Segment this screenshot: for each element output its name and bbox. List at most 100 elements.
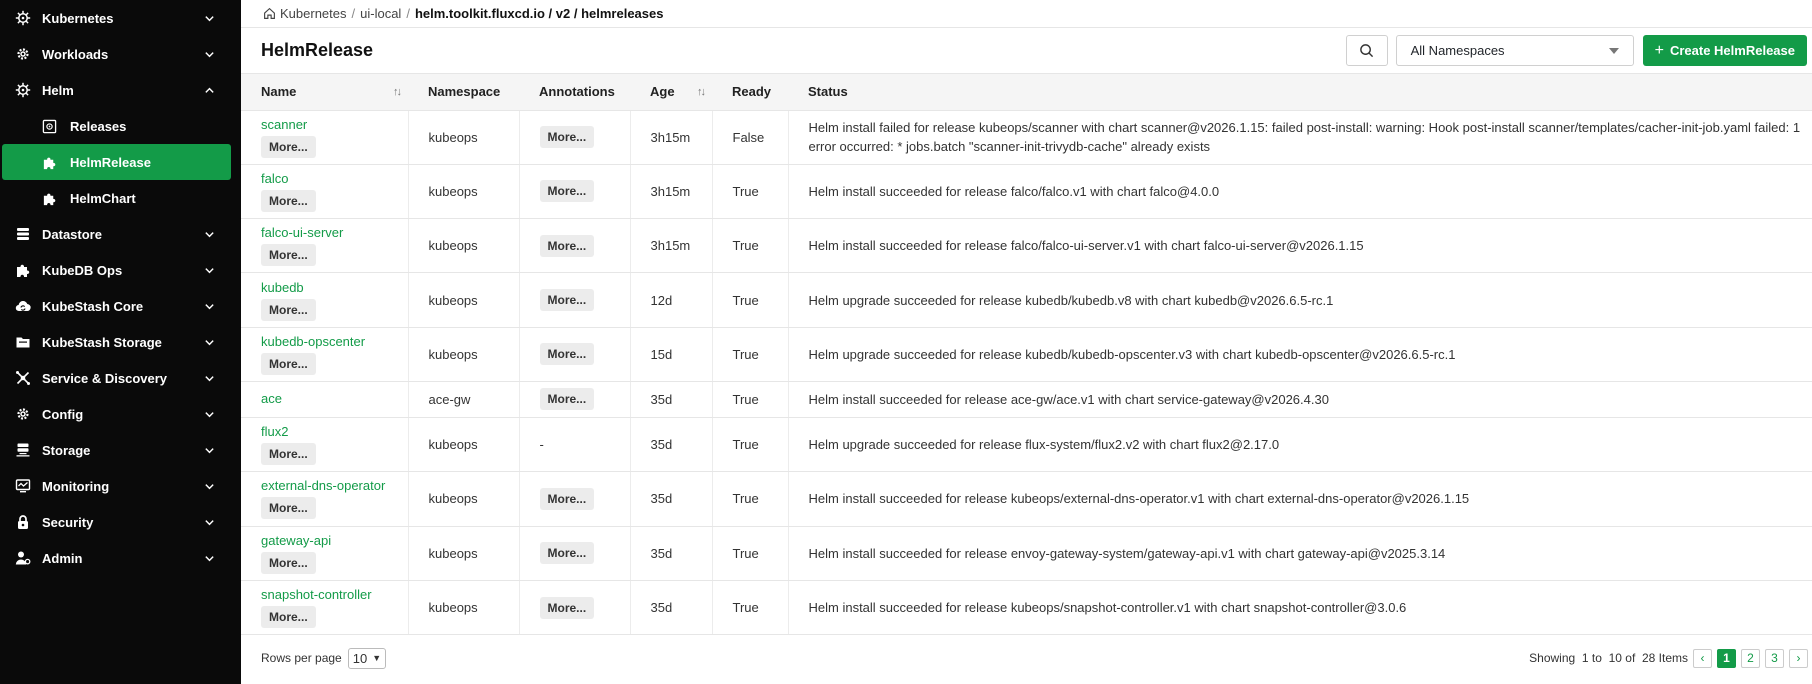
sidebar-item-admin[interactable]: Admin	[0, 540, 241, 576]
sidebar-item-kubernetes[interactable]: Kubernetes	[0, 0, 241, 36]
chevron-down-icon[interactable]	[203, 408, 215, 420]
release-name-link[interactable]: falco-ui-server	[261, 225, 408, 241]
cell-annotations: More...	[519, 381, 631, 418]
name-more-button[interactable]: More...	[261, 298, 316, 321]
chevron-down-icon[interactable]	[203, 552, 215, 564]
release-name-link[interactable]: external-dns-operator	[261, 478, 408, 494]
table-row[interactable]: falco-ui-server More... kubeops More... 3h15…	[241, 218, 1812, 274]
sidebar-subitem-helmchart[interactable]: HelmChart	[0, 180, 241, 216]
sort-icon[interactable]: ↑↓	[393, 86, 402, 98]
annotations-more-button[interactable]: More...	[539, 542, 595, 565]
sidebar-item-datastore[interactable]: Datastore	[0, 216, 241, 252]
sidebar-item-config[interactable]: Config	[0, 396, 241, 432]
annotations-more-button[interactable]: More...	[539, 234, 595, 257]
annotations-more-button[interactable]: More...	[539, 126, 595, 149]
sidebar-item-security[interactable]: Security	[0, 504, 241, 540]
sidebar-subitem-releases[interactable]: Releases	[0, 108, 241, 144]
table-row[interactable]: kubedb More... kubeops More... 12d True Helm u…	[241, 272, 1812, 328]
chevron-up-icon[interactable]	[203, 84, 215, 96]
main-content: Kubernetes / ui-local / helm.toolkit.flu…	[241, 0, 1812, 684]
release-name-link[interactable]: flux2	[261, 424, 408, 440]
sidebar-item-kubedb-ops[interactable]: KubeDB Ops	[0, 252, 241, 288]
chevron-down-icon[interactable]	[203, 336, 215, 348]
chevron-down-icon[interactable]	[203, 12, 215, 24]
annotations-more-button[interactable]: More...	[539, 388, 595, 411]
name-more-button[interactable]: More...	[261, 606, 316, 629]
chevron-down-icon[interactable]	[203, 300, 215, 312]
rows-per-page-select[interactable]: 10 ▼	[347, 647, 387, 669]
annotations-more-button[interactable]: More...	[539, 596, 595, 619]
name-more-button[interactable]: More...	[261, 551, 316, 574]
sidebar-item-storage[interactable]: Storage	[0, 432, 241, 468]
name-more-button[interactable]: More...	[261, 244, 316, 267]
sidebar-item-service-discovery[interactable]: Service & Discovery	[0, 360, 241, 396]
breadcrumb-cluster[interactable]: ui-local	[360, 6, 401, 21]
cell-age: 35d	[630, 417, 713, 473]
sidebar-item-label: Storage	[42, 442, 91, 458]
breadcrumb-home[interactable]: Kubernetes	[280, 6, 347, 21]
release-name-link[interactable]: falco	[261, 171, 408, 187]
table-row[interactable]: falco More... kubeops More... 3h15m True Helm …	[241, 164, 1812, 220]
sidebar-item-monitoring[interactable]: Monitoring	[0, 468, 241, 504]
table-row[interactable]: ace ace-gw More... 35d True Helm install succ…	[241, 381, 1812, 418]
table-row[interactable]: external-dns-operator More... kubeops More.…	[241, 471, 1812, 527]
name-more-button[interactable]: More...	[261, 189, 316, 212]
chevron-down-icon[interactable]	[203, 372, 215, 384]
create-helmrelease-button[interactable]: + Create HelmRelease	[1642, 35, 1807, 66]
annotations-more-button[interactable]: More...	[539, 343, 595, 366]
cell-name: kubedb More...	[241, 272, 409, 328]
cell-age: 15d	[630, 327, 713, 382]
name-more-button[interactable]: More...	[261, 352, 316, 375]
breadcrumb-separator: /	[351, 6, 356, 21]
sort-icon[interactable]: ↑↓	[697, 86, 706, 98]
chevron-down-icon[interactable]	[203, 228, 215, 240]
table-row[interactable]: gateway-api More... kubeops More... 35d True H…	[241, 526, 1812, 581]
cell-name: snapshot-controller More...	[241, 580, 409, 636]
chevron-down-icon[interactable]	[203, 264, 215, 276]
table-row[interactable]: flux2 More... kubeops - 35d True Helm upgrade …	[241, 417, 1812, 473]
column-header-age[interactable]: Age ↑↓	[630, 74, 712, 111]
sidebar-item-kubestash-core[interactable]: KubeStash Core	[0, 288, 241, 324]
page-button-1[interactable]: 1	[1717, 648, 1736, 668]
table-row[interactable]: kubedb-opscenter More... kubeops More... 15d…	[241, 327, 1812, 382]
page-button-2[interactable]: 2	[1741, 648, 1760, 668]
release-name-link[interactable]: scanner	[261, 117, 408, 133]
table-header-row: Name ↑↓ Namespace Annotations Age ↑↓ Ready…	[241, 74, 1812, 111]
sidebar-item-workloads[interactable]: Workloads	[0, 36, 241, 72]
chevron-down-icon[interactable]	[203, 444, 215, 456]
cell-annotations: More...	[519, 526, 631, 581]
home-icon[interactable]	[263, 7, 276, 20]
table-row[interactable]: snapshot-controller More... kubeops More...…	[241, 580, 1812, 636]
column-header-annotations: Annotations	[519, 74, 630, 111]
table-row[interactable]: scanner More... kubeops More... 3h15m False He…	[241, 110, 1812, 165]
release-name-link[interactable]: gateway-api	[261, 533, 408, 549]
release-name-link[interactable]: kubedb-opscenter	[261, 334, 408, 350]
chevron-down-icon[interactable]	[203, 480, 215, 492]
namespace-select[interactable]: All Namespaces	[1395, 35, 1634, 66]
cell-name: flux2 More...	[241, 417, 409, 473]
next-page-button[interactable]: ›	[1789, 648, 1808, 668]
annotations-more-button[interactable]: More...	[539, 289, 595, 312]
release-name-link[interactable]: ace	[261, 391, 408, 407]
chevron-down-icon[interactable]	[203, 48, 215, 60]
showing-to: 10	[1608, 651, 1622, 666]
cell-name: ace	[241, 381, 409, 418]
annotations-more-button[interactable]: More...	[539, 487, 595, 510]
name-more-button[interactable]: More...	[261, 497, 316, 520]
column-header-name[interactable]: Name ↑↓	[241, 74, 408, 111]
name-more-button[interactable]: More...	[261, 443, 316, 466]
name-more-button[interactable]: More...	[261, 135, 316, 158]
release-name-link[interactable]: snapshot-controller	[261, 587, 408, 603]
helm-wheel-icon	[14, 81, 32, 99]
release-name-link[interactable]: kubedb	[261, 280, 408, 296]
sidebar-subitem-helmrelease[interactable]: HelmRelease	[2, 144, 231, 180]
annotations-more-button[interactable]: More...	[539, 180, 595, 203]
search-button[interactable]	[1345, 35, 1388, 66]
cell-status: Helm install succeeded for release falco…	[788, 218, 1812, 274]
cell-ready: True	[712, 417, 789, 473]
sidebar-item-kubestash-storage[interactable]: KubeStash Storage	[0, 324, 241, 360]
prev-page-button[interactable]: ‹	[1693, 648, 1712, 668]
chevron-down-icon[interactable]	[203, 516, 215, 528]
sidebar-item-helm[interactable]: Helm	[0, 72, 241, 108]
page-button-3[interactable]: 3	[1765, 648, 1784, 668]
